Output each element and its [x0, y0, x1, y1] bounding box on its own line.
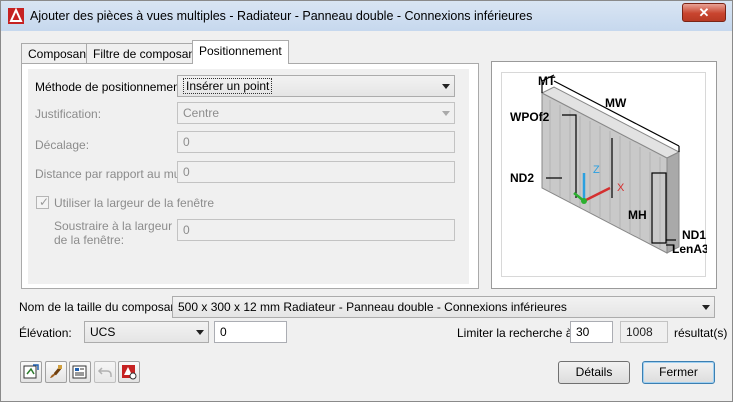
subtract-window-width-field[interactable]: 0 — [177, 219, 455, 241]
tab-positionnement[interactable]: Positionnement — [192, 40, 289, 64]
result-label: résultat(s) — [674, 326, 728, 340]
chevron-down-icon — [702, 305, 710, 310]
chevron-down-icon — [196, 330, 204, 335]
elevation-label: Élévation: — [19, 326, 72, 340]
offset-label: Décalage: — [35, 138, 90, 152]
autocad-app-icon — [8, 8, 24, 24]
dim-label-lena3: LenA3 — [672, 242, 707, 256]
wall-distance-label: Distance par rapport au mur: — [35, 167, 188, 181]
undo-icon — [97, 367, 112, 377]
match-properties-button[interactable] — [45, 361, 67, 383]
placement-panel: Méthode de positionnement: Insérer un po… — [28, 69, 469, 284]
close-icon: ✕ — [698, 5, 710, 20]
subtract-window-width-label-line1: Soustraire à la largeur — [54, 219, 173, 233]
details-button[interactable]: Détails — [558, 361, 630, 384]
search-limit-label: Limiter la recherche à: — [457, 326, 576, 340]
elevation-select-value: UCS — [90, 325, 116, 339]
component-size-label: Nom de la taille du composant: — [19, 300, 184, 314]
justification-value: Centre — [183, 106, 220, 120]
catalog-button[interactable] — [69, 361, 91, 383]
dim-label-nd2: ND2 — [510, 171, 534, 185]
tab-label: Composant — [28, 47, 90, 61]
component-preview: MT MW WPOf2 ND2 MH ND1 LenA3 Z X — [491, 61, 717, 289]
chevron-down-icon — [442, 84, 450, 89]
elevation-select[interactable]: UCS — [84, 321, 209, 343]
dialog-window: Ajouter des pièces à vues multiples - Ra… — [0, 0, 733, 402]
radiator-diagram: MT MW WPOf2 ND2 MH ND1 LenA3 Z X — [510, 74, 709, 256]
undo-button[interactable] — [94, 361, 116, 383]
use-window-width-checkbox[interactable]: ✓ — [36, 195, 50, 209]
window-title: Ajouter des pièces à vues multiples - Ra… — [30, 9, 533, 23]
tab-label: Positionnement — [199, 44, 282, 58]
dim-label-wpof2: WPOf2 — [510, 110, 550, 124]
placement-method-select[interactable]: Insérer un point — [177, 75, 455, 97]
add-to-drawing-icon — [23, 364, 39, 379]
justification-label: Justification: — [35, 107, 102, 121]
close-window-button[interactable]: ✕ — [682, 3, 726, 22]
elevation-input[interactable]: 0 — [214, 321, 287, 343]
dim-label-mh: MH — [628, 208, 647, 222]
close-button[interactable]: Fermer — [642, 361, 715, 384]
catalog-icon — [72, 365, 87, 379]
use-window-width-label: Utiliser la largeur de la fenêtre — [54, 196, 215, 210]
placement-method-value: Insérer un point — [183, 78, 273, 94]
component-size-value: 500 x 300 x 12 mm Radiateur - Panneau do… — [178, 300, 567, 314]
dim-label-mw: MW — [605, 96, 627, 110]
search-limit-input[interactable]: 30 — [570, 321, 613, 343]
axis-label-z: Z — [593, 164, 600, 176]
subtract-window-width-label-line2: de la fenêtre: — [54, 233, 125, 247]
placement-method-label: Méthode de positionnement: — [35, 80, 187, 94]
tab-filtre-de-composant[interactable]: Filtre de composant — [86, 43, 206, 64]
preview-canvas: MT MW WPOf2 ND2 MH ND1 LenA3 Z X — [501, 72, 709, 277]
chevron-down-icon — [442, 111, 450, 116]
add-to-drawing-button[interactable] — [20, 361, 42, 383]
offset-field[interactable]: 0 — [177, 131, 455, 153]
justification-select[interactable]: Centre — [177, 102, 455, 124]
paint-brush-icon — [50, 365, 62, 378]
content-builder-button[interactable] — [118, 361, 140, 383]
tab-panel-positionnement: Méthode de positionnement: Insérer un po… — [21, 63, 479, 289]
axis-label-x: X — [617, 182, 625, 194]
title-bar: Ajouter des pièces à vues multiples - Ra… — [1, 1, 732, 31]
dim-label-mt: MT — [538, 74, 556, 88]
wall-distance-field[interactable]: 0 — [177, 161, 455, 183]
content-builder-icon — [122, 365, 137, 380]
tab-label: Filtre de composant — [93, 47, 199, 61]
dim-label-nd1: ND1 — [682, 228, 706, 242]
result-count: 1008 — [620, 321, 668, 343]
checkmark-icon: ✓ — [39, 195, 50, 209]
component-size-select[interactable]: 500 x 300 x 12 mm Radiateur - Panneau do… — [172, 296, 715, 318]
